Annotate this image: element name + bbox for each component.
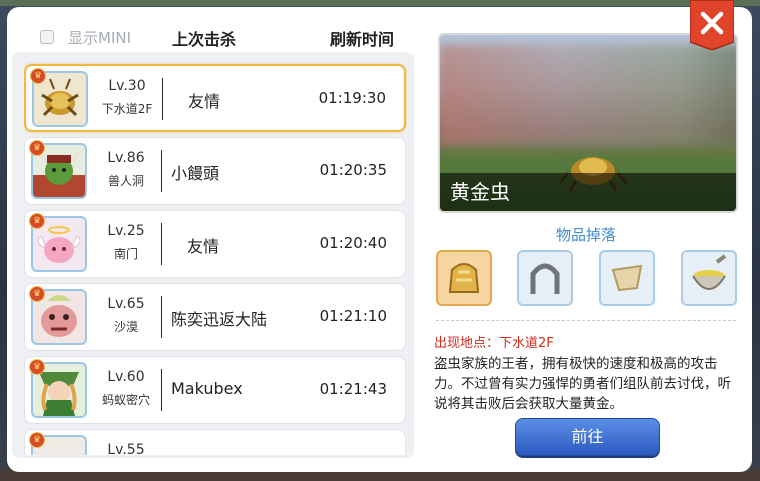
row-divider xyxy=(162,78,163,120)
boss-location: 蚂蚁密穴 xyxy=(101,393,150,407)
refresh-time-header: 刷新时间 xyxy=(330,30,395,49)
boss-row[interactable]: ♛ Lv.65 沙漠 陈奕迅返大陆 01:21:10 xyxy=(24,283,406,351)
boss-location: 沙漠 xyxy=(113,320,138,334)
row-divider xyxy=(161,369,162,411)
mvp-badge-icon: ♛ xyxy=(30,68,46,84)
boss-level: Lv.30 xyxy=(108,78,146,94)
boss-row[interactable]: ♛ Lv.25 南门 友情 01:20:40 xyxy=(24,210,406,278)
drops-title: 物品掉落 xyxy=(556,226,617,244)
close-icon xyxy=(689,0,735,51)
boss-name: 黄金虫 xyxy=(450,180,510,204)
last-killer: Makubex xyxy=(171,379,243,398)
boss-row[interactable]: ♛ Lv.55 xyxy=(24,429,406,455)
boss-description: 盗虫家族的王者，拥有极快的速度和极高的攻击力。不过曾有实力强悍的勇者们组队前去讨… xyxy=(434,356,731,412)
refresh-time: 01:21:10 xyxy=(319,307,387,325)
boss-level: Lv.55 xyxy=(107,442,145,455)
preview-background xyxy=(440,45,736,145)
last-killer: 小饅頭 xyxy=(171,164,220,183)
boss-row[interactable]: ♛ Lv.30 下水道2F 友情 01:19:30 xyxy=(24,64,406,132)
boss-level: Lv.65 xyxy=(107,296,145,312)
spawn-location: 出现地点：下水道2F xyxy=(434,336,554,351)
boss-location: 下水道2F xyxy=(101,102,153,116)
go-button[interactable]: 前往 xyxy=(515,418,660,456)
refresh-time: 01:19:30 xyxy=(318,89,386,107)
last-killer: 陈奕迅返大陆 xyxy=(171,310,268,329)
boss-row[interactable]: ♛ Lv.86 兽人洞 小饅頭 01:20:35 xyxy=(24,137,406,205)
golden-helm-icon[interactable] xyxy=(436,250,492,306)
boss-location: 兽人洞 xyxy=(107,174,144,188)
detail-separator xyxy=(436,320,736,321)
boss-location: 南门 xyxy=(113,247,138,261)
boss-level: Lv.60 xyxy=(107,369,145,385)
refresh-time: 01:21:43 xyxy=(319,380,387,398)
show-mini-checkbox[interactable] xyxy=(40,30,54,44)
mvp-badge-icon: ♛ xyxy=(29,359,45,375)
refresh-time: 01:20:35 xyxy=(319,161,387,179)
last-killer: 友情 xyxy=(186,237,219,256)
close-button[interactable] xyxy=(689,0,735,51)
boss-level: Lv.25 xyxy=(107,223,145,239)
mvp-badge-icon: ♛ xyxy=(29,432,45,448)
refresh-time: 01:20:40 xyxy=(319,234,387,252)
boss-level: Lv.86 xyxy=(107,150,145,166)
boss-preview: 黄金虫 xyxy=(438,33,738,213)
bowl-icon[interactable] xyxy=(681,250,737,306)
last-killer: 友情 xyxy=(187,92,220,111)
show-mini-label[interactable]: 显示MINI xyxy=(68,27,131,48)
row-divider xyxy=(161,150,162,192)
row-divider xyxy=(161,296,162,338)
last-kill-header: 上次击杀 xyxy=(172,30,237,49)
mvp-badge-icon: ♛ xyxy=(29,140,45,156)
mvp-badge-icon: ♛ xyxy=(29,213,45,229)
cloth-piece-icon[interactable] xyxy=(599,250,655,306)
backdrop-top xyxy=(0,0,760,6)
boss-row[interactable]: ♛ Lv.60 蚂蚁密穴 Makubex 01:21:43 xyxy=(24,356,406,424)
horseshoe-icon[interactable] xyxy=(517,250,573,306)
row-divider xyxy=(161,223,162,265)
boss-list[interactable]: ♛ Lv.30 下水道2F 友情 01:19:30 ♛ Lv.86 兽人洞 小饅… xyxy=(24,62,407,455)
mvp-badge-icon: ♛ xyxy=(29,286,45,302)
